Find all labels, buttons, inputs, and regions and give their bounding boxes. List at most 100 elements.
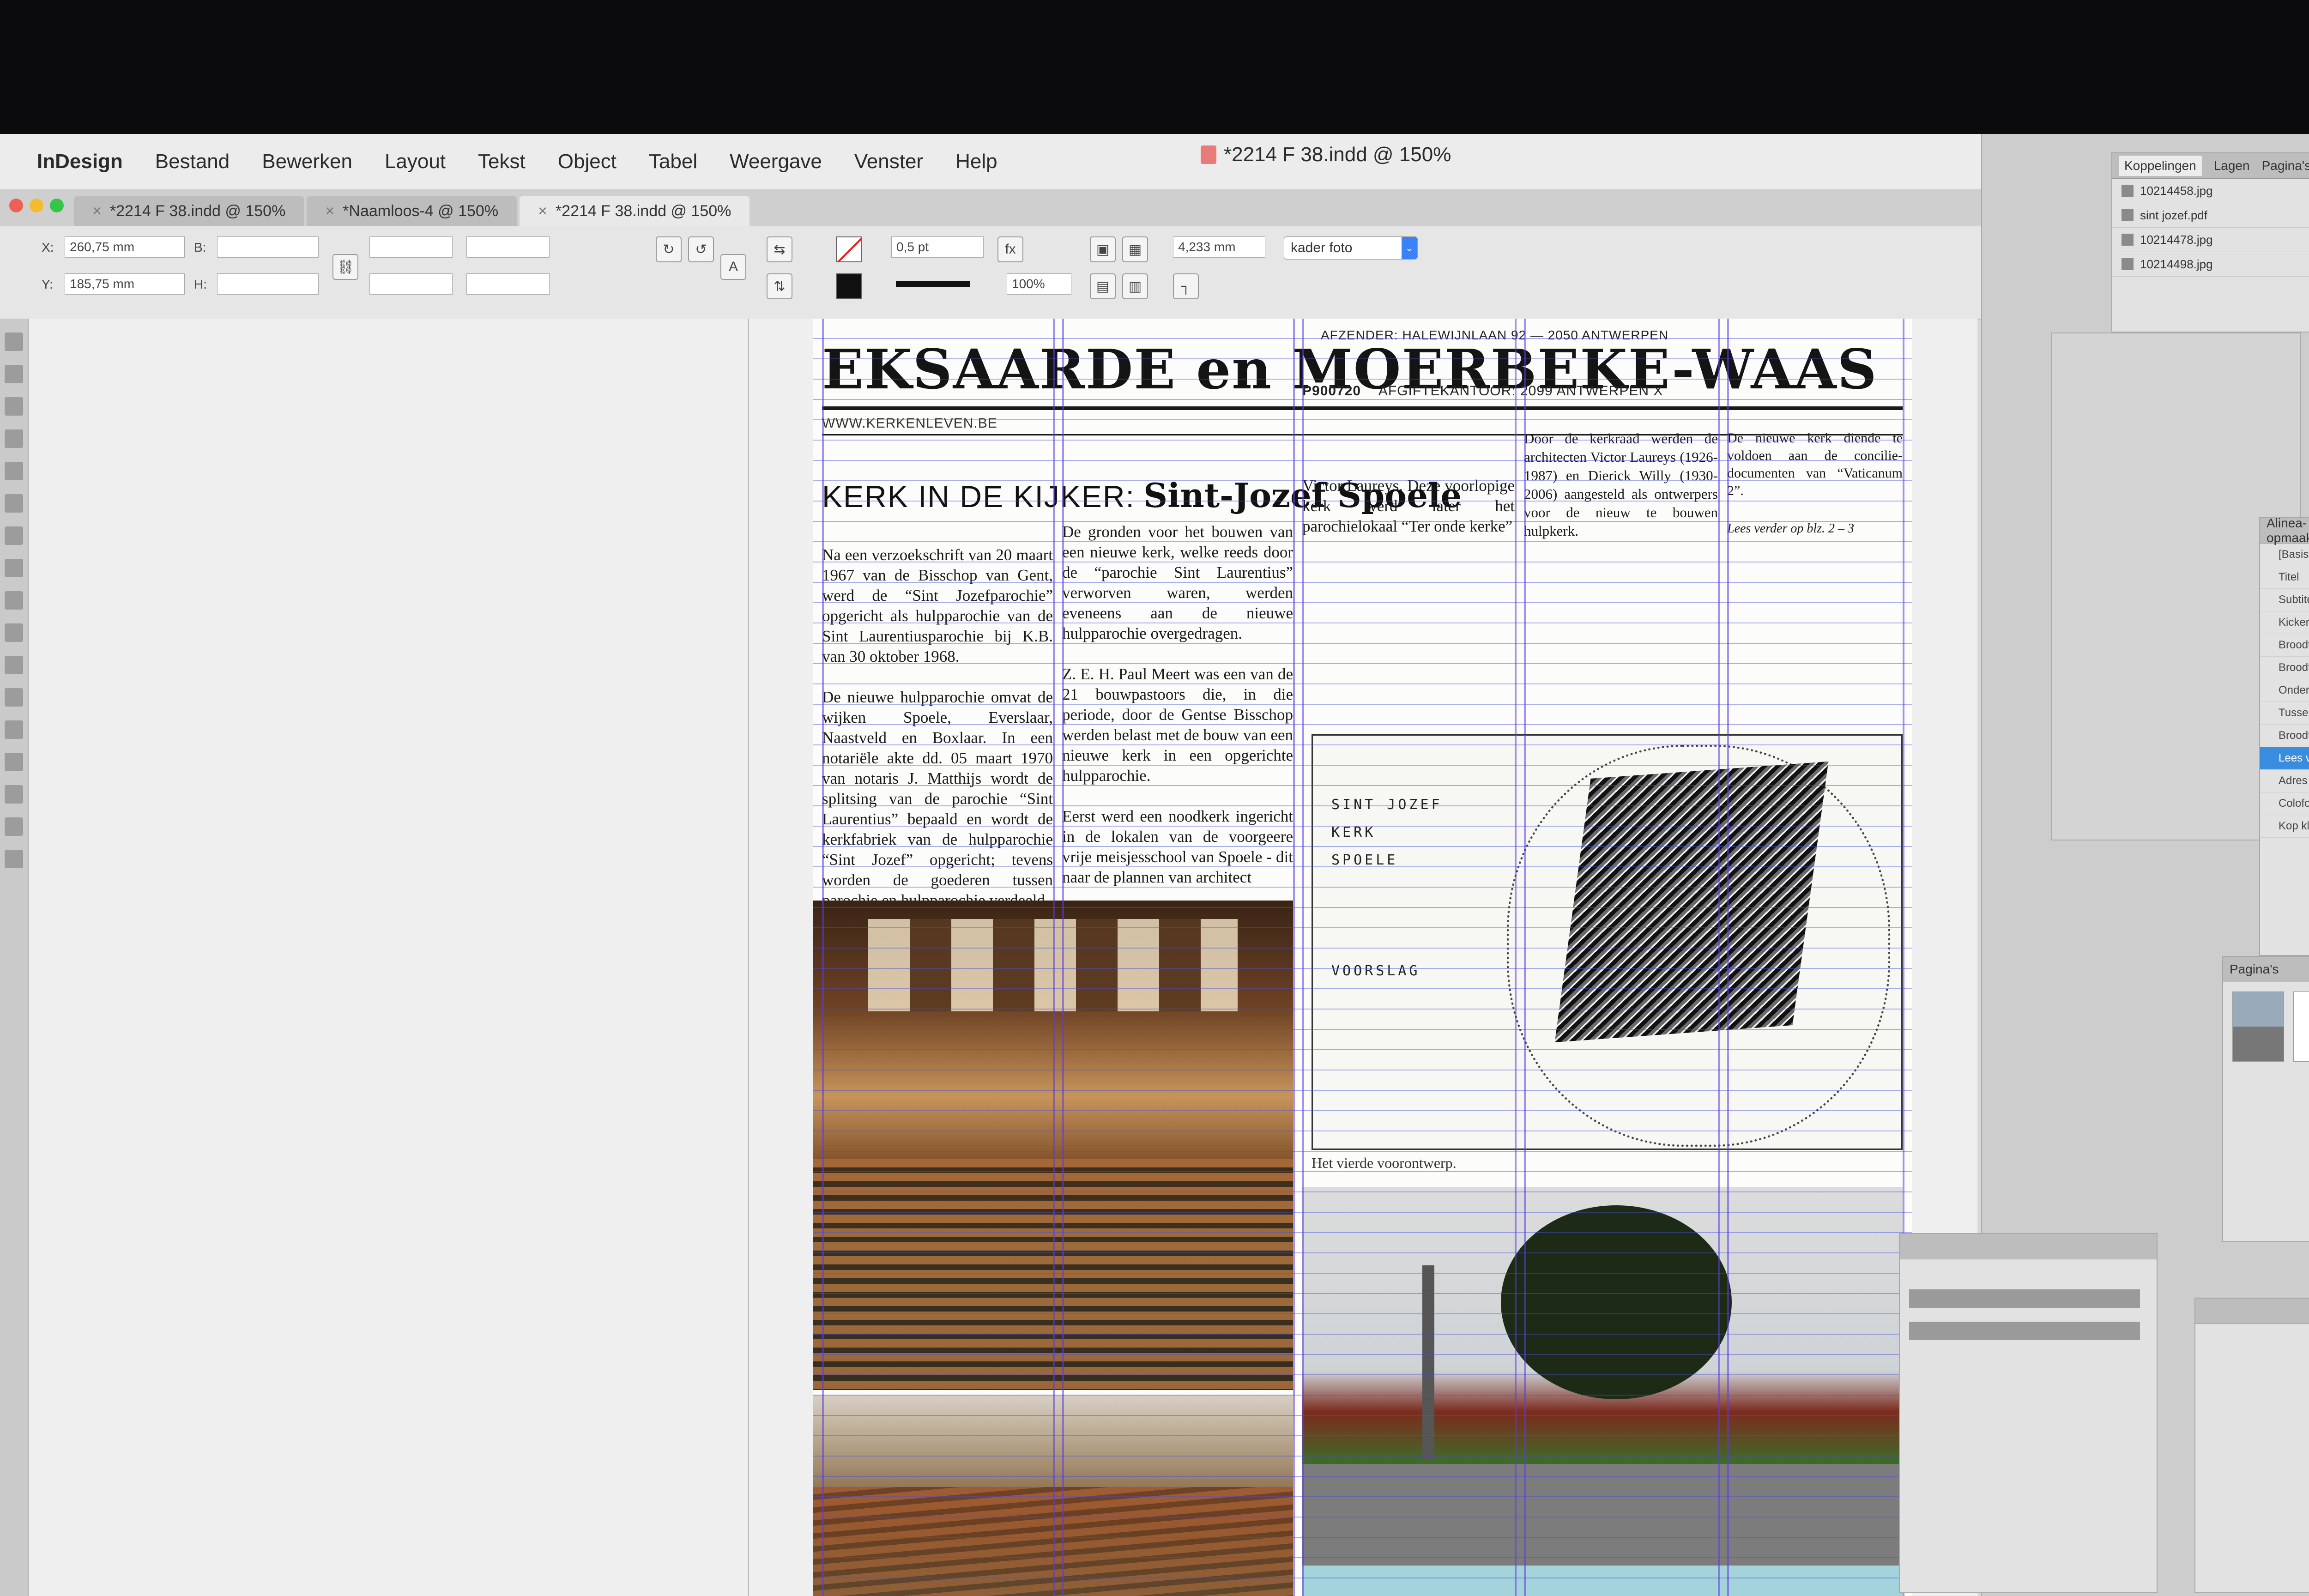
scale-y-field[interactable] xyxy=(369,273,453,295)
tab-links[interactable]: Koppelingen xyxy=(2119,156,2202,176)
center-content-icon[interactable]: ▥ xyxy=(1122,273,1148,299)
text-column-2[interactable]: De gronden voor het bouwen van een nieuw… xyxy=(1062,522,1293,908)
text-column-4[interactable]: Door de kerkraad werden de architecten V… xyxy=(1524,429,1718,561)
page-thumbnail[interactable] xyxy=(2232,991,2284,1062)
close-window-icon[interactable] xyxy=(9,199,23,212)
minimize-window-icon[interactable] xyxy=(30,199,43,212)
stroke-type-preview[interactable] xyxy=(896,281,970,287)
style-item[interactable]: Broodtekst xyxy=(2260,634,2309,657)
pen-tool-icon[interactable] xyxy=(5,526,23,545)
hand-tool-icon[interactable] xyxy=(5,817,23,836)
fill-color-swatch[interactable] xyxy=(836,273,862,299)
architect-sketch[interactable]: SINT JOZEF KERK SPOELE VOORSLAG xyxy=(1312,734,1903,1150)
column-guide xyxy=(1718,319,1720,1596)
close-icon[interactable]: × xyxy=(538,202,547,220)
stroke-color-swatch[interactable] xyxy=(836,236,862,262)
church-exterior-photo[interactable] xyxy=(1302,1187,1903,1596)
swatches-panel-header xyxy=(1900,1234,2157,1259)
tab-document-2[interactable]: × *Naamloos-4 @ 150% xyxy=(307,196,517,226)
opacity-field[interactable]: 100% xyxy=(1007,273,1071,295)
rotate-ccw-icon[interactable]: ↺ xyxy=(688,236,714,262)
close-icon[interactable]: × xyxy=(325,202,334,220)
menu-tabel[interactable]: Tabel xyxy=(649,150,697,173)
link-row[interactable]: 10214478.jpg xyxy=(2112,228,2309,252)
page-thumbnail[interactable] xyxy=(2293,991,2309,1062)
menu-app-name[interactable]: InDesign xyxy=(37,150,123,173)
link-row[interactable]: 10214458.jpg xyxy=(2112,179,2309,203)
zoom-window-icon[interactable] xyxy=(50,199,64,212)
object-style-dropdown[interactable]: kader foto ⌄ xyxy=(1284,236,1418,260)
corner-shape-icon[interactable]: ┐ xyxy=(1173,273,1199,299)
tab-label: *2214 F 38.indd @ 150% xyxy=(109,202,286,220)
document-page[interactable]: AFZENDER: HALEWIJNLAAN 92 — 2050 ANTWERP… xyxy=(813,319,1912,1596)
height-field[interactable] xyxy=(217,273,319,295)
text-column-5[interactable]: De nieuwe kerk diende te voldoen aan de … xyxy=(1727,429,1903,558)
text-column-1[interactable]: Na een verzoekschrift van 20 maart 1967 … xyxy=(822,545,1053,931)
menu-help[interactable]: Help xyxy=(955,150,997,173)
style-item[interactable]: Subtitel xyxy=(2260,589,2309,611)
eyedropper-tool-icon[interactable] xyxy=(5,785,23,804)
type-tool-icon[interactable] xyxy=(5,462,23,480)
style-item[interactable]: Broodtekst eerste xyxy=(2260,657,2309,679)
menu-layout[interactable]: Layout xyxy=(385,150,446,173)
menu-bestand[interactable]: Bestand xyxy=(155,150,230,173)
pencil-tool-icon[interactable] xyxy=(5,559,23,577)
rectangle-tool-icon[interactable] xyxy=(5,623,23,642)
stroke-weight-field[interactable]: 0,5 pt xyxy=(891,236,984,258)
direct-selection-tool-icon[interactable] xyxy=(5,365,23,383)
menu-venster[interactable]: Venster xyxy=(854,150,923,173)
shear-field[interactable] xyxy=(466,273,550,295)
tab-document-1[interactable]: × *2214 F 38.indd @ 150% xyxy=(74,196,304,226)
menu-bewerken[interactable]: Bewerken xyxy=(262,150,352,173)
close-icon[interactable]: × xyxy=(92,202,102,220)
constrain-proportions-icon[interactable]: ⛓ xyxy=(332,254,358,280)
fill-frame-icon[interactable]: ▤ xyxy=(1090,273,1116,299)
y-label: Y: xyxy=(42,277,53,291)
gap-tool-icon[interactable] xyxy=(5,429,23,448)
gradient-tool-icon[interactable] xyxy=(5,720,23,739)
note-tool-icon[interactable] xyxy=(5,753,23,771)
y-position-field[interactable]: 185,75 mm xyxy=(65,273,185,295)
corner-size-field[interactable]: 4,233 mm xyxy=(1173,236,1265,258)
style-item[interactable]: Titel xyxy=(2260,566,2309,589)
swatch-row[interactable] xyxy=(1909,1322,2140,1340)
x-position-field[interactable]: 260,75 mm xyxy=(65,236,185,258)
style-item-selected[interactable]: Lees verder xyxy=(2260,747,2309,770)
tab-document-3-active[interactable]: × *2214 F 38.indd @ 150% xyxy=(520,196,750,226)
rotate-field[interactable] xyxy=(466,236,550,258)
style-item[interactable]: Colofon xyxy=(2260,792,2309,815)
flip-vertical-icon[interactable]: ⇅ xyxy=(767,273,792,299)
tab-layers[interactable]: Lagen xyxy=(2214,158,2250,173)
fitting-icon[interactable]: ▣ xyxy=(1090,236,1116,262)
width-field[interactable] xyxy=(217,236,319,258)
scissors-tool-icon[interactable] xyxy=(5,656,23,674)
line-tool-icon[interactable] xyxy=(5,494,23,513)
scale-x-field[interactable] xyxy=(369,236,453,258)
menu-tekst[interactable]: Tekst xyxy=(478,150,526,173)
tab-pages[interactable]: Pagina's xyxy=(2262,158,2309,173)
text-column-3[interactable]: Victor Laureys. Deze voorlopige kerk wer… xyxy=(1302,476,1515,557)
menu-weergave[interactable]: Weergave xyxy=(730,150,822,173)
style-item[interactable]: Tussenkop xyxy=(2260,702,2309,725)
rectangle-frame-tool-icon[interactable] xyxy=(5,591,23,610)
effects-icon[interactable]: fx xyxy=(997,236,1023,262)
menu-object[interactable]: Object xyxy=(558,150,617,173)
style-item[interactable]: [Basisalinea] xyxy=(2260,544,2309,566)
text-tool-icon[interactable]: A xyxy=(720,254,746,280)
read-more: Lees verder op blz. 2 – 3 xyxy=(1727,521,1855,536)
zoom-tool-icon[interactable] xyxy=(5,850,23,868)
style-item[interactable]: Kicker xyxy=(2260,611,2309,634)
style-item[interactable]: Broodtekst Blz xyxy=(2260,725,2309,747)
style-item[interactable]: Adres xyxy=(2260,770,2309,792)
free-transform-tool-icon[interactable] xyxy=(5,688,23,707)
selection-tool-icon[interactable] xyxy=(5,332,23,351)
link-row[interactable]: sint jozef.pdf xyxy=(2112,203,2309,228)
style-item[interactable]: Onderschrift xyxy=(2260,679,2309,702)
fit-content-icon[interactable]: ▦ xyxy=(1122,236,1148,262)
style-item[interactable]: Kop klein xyxy=(2260,815,2309,838)
flip-horizontal-icon[interactable]: ⇆ xyxy=(767,236,792,262)
link-row[interactable]: 10214498.jpg xyxy=(2112,252,2309,277)
rotate-cw-icon[interactable]: ↻ xyxy=(656,236,682,262)
swatch-row[interactable] xyxy=(1909,1289,2140,1308)
page-tool-icon[interactable] xyxy=(5,397,23,416)
